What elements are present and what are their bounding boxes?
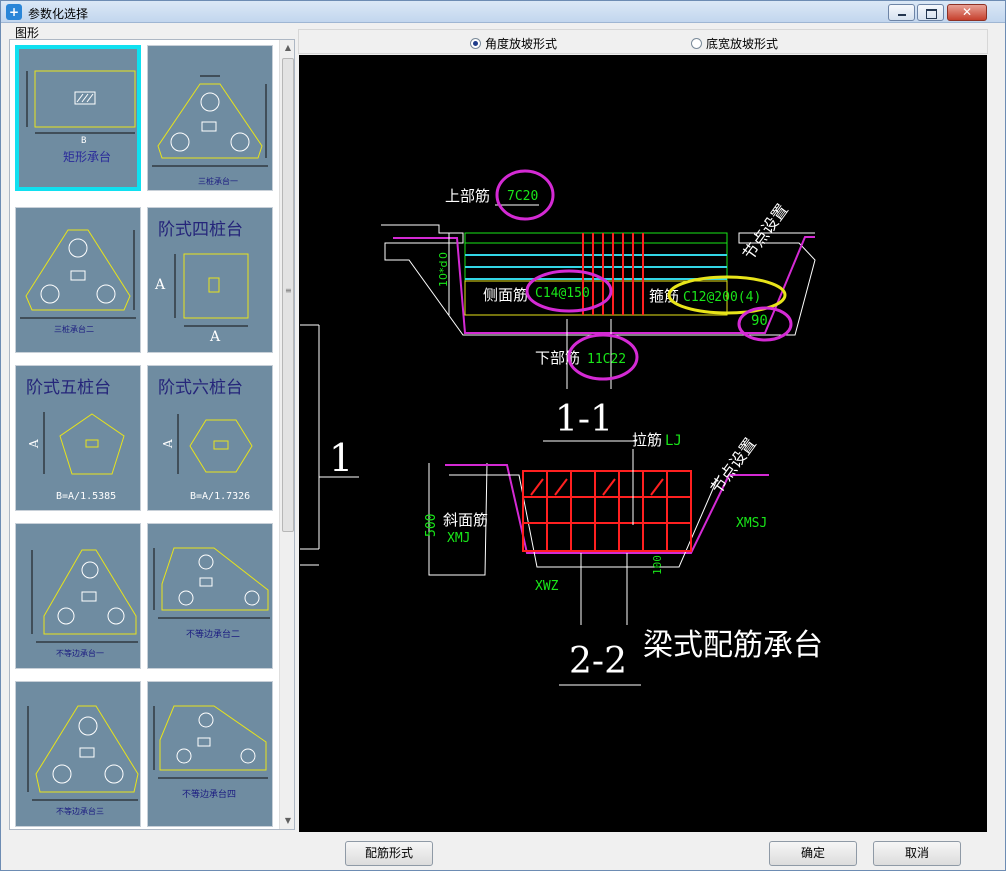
thumb-unequal-4[interactable]: 不等边承台四: [147, 681, 273, 827]
scroll-down-icon[interactable]: ▼: [280, 813, 294, 829]
bottom-bar-value: 11C22: [587, 352, 626, 367]
dim-a-bottom: A: [209, 329, 221, 345]
unequal-4-diagram: 不等边承台四: [153, 705, 268, 800]
thumb-label: 阶式五桩台: [26, 378, 111, 398]
thumb-label: 不等边承台一: [56, 648, 104, 658]
thumb-three-pile-2[interactable]: 三桩承台二: [15, 207, 141, 353]
three-pile-2-diagram: 三桩承台二: [20, 229, 136, 334]
thumb-label: 三桩承台二: [54, 324, 94, 334]
thumb-label: 不等边承台三: [56, 806, 104, 816]
thumb-label: 三桩承台一: [198, 176, 238, 186]
side-bar-label: 侧面筋: [483, 286, 528, 304]
grip-icon: ≡: [285, 286, 292, 295]
rect-cap-diagram: B 矩形承台: [26, 70, 136, 164]
dim-a-left: A: [154, 277, 166, 293]
thumb-unequal-3[interactable]: 不等边承台三: [15, 681, 141, 827]
window-edge: [989, 25, 1005, 835]
angle-value: 90: [751, 313, 768, 329]
unequal-1-diagram: 不等边承台一: [31, 549, 138, 658]
unequal-3-diagram: 不等边承台三: [27, 705, 139, 816]
thumb-label: 不等边承台二: [186, 628, 240, 640]
app-icon: +: [6, 4, 22, 20]
thumb-unequal-2[interactable]: 不等边承台二: [147, 523, 273, 669]
cancel-button[interactable]: 取消: [873, 841, 961, 866]
dim-100: 100: [651, 555, 664, 575]
node-setting-label-2: 节点设置: [707, 434, 760, 497]
radio-width-label: 底宽放坡形式: [706, 37, 779, 51]
drawing-canvas[interactable]: 1 0 10*d 上部筋 7C20 侧面筋 C14@150 箍筋 C12@200…: [299, 55, 987, 832]
xwz-label: XWZ: [535, 579, 559, 594]
title-bar[interactable]: + 参数化选择 ✕: [1, 1, 1005, 23]
maximize-button[interactable]: [917, 4, 944, 21]
thumb-unequal-1[interactable]: 不等边承台一: [15, 523, 141, 669]
node-setting-label-1: 节点设置: [739, 200, 792, 263]
unequal-2-diagram: 不等边承台二: [153, 547, 270, 640]
dim-a: A: [161, 439, 175, 449]
scroll-up-icon[interactable]: ▲: [280, 40, 294, 56]
dim-b: B=A/1.5385: [56, 491, 116, 502]
thumb-step-five-pile[interactable]: 阶式五桩台 A B=A/1.5385: [15, 365, 141, 511]
drawing-title: 梁式配筋承台: [643, 628, 823, 663]
dim-zero: 0: [437, 252, 450, 259]
rebar-form-button[interactable]: 配筋形式: [345, 841, 433, 866]
xmj-label: XMJ: [447, 531, 470, 546]
side-bar-value: C14@150: [535, 286, 590, 301]
dim-b: B=A/1.7326: [190, 491, 250, 502]
thumb-three-pile-1[interactable]: 三桩承台一: [147, 45, 273, 191]
shape-list-panel: B 矩形承台 三桩承台一 三桩承台二 阶式四桩台 A A 阶式五桩台 A B=A…: [9, 39, 295, 830]
tie-value: LJ: [665, 433, 682, 449]
thumb-step-four-pile[interactable]: 阶式四桩台 A A: [147, 207, 273, 353]
thumb-label: 矩形承台: [63, 149, 111, 164]
shape-list-scrollbar[interactable]: ▲ ≡ ▼: [279, 40, 294, 829]
scrollbar-thumb[interactable]: ≡: [282, 58, 294, 532]
ok-button[interactable]: 确定: [769, 841, 857, 866]
thumb-step-six-pile[interactable]: 阶式六桩台 A B=A/1.7326: [147, 365, 273, 511]
xmsj-label: XMSJ: [736, 516, 767, 531]
section-2-2-label: 2-2: [569, 641, 627, 682]
window-title: 参数化选择: [28, 7, 89, 21]
close-button[interactable]: ✕: [947, 4, 987, 21]
dim-500: 500: [424, 514, 439, 537]
radio-empty-icon: [691, 38, 702, 49]
top-bar-value: 7C20: [507, 189, 538, 204]
bottom-bar-label: 下部筋: [535, 349, 580, 367]
thumb-rect-cap[interactable]: B 矩形承台: [15, 45, 141, 191]
top-bar-label: 上部筋: [445, 187, 490, 205]
thumb-label: 阶式六桩台: [158, 378, 243, 398]
radio-selected-icon: [470, 38, 481, 49]
pile-cap-drawing: 1 0 10*d 上部筋 7C20 侧面筋 C14@150 箍筋 C12@200…: [300, 169, 823, 686]
step-four-pile-diagram: 阶式四桩台 A A: [154, 220, 249, 345]
step-six-pile-diagram: 阶式六桩台 A B=A/1.7326: [158, 378, 253, 502]
radio-width-slope[interactable]: 底宽放坡形式: [691, 35, 778, 52]
step-five-pile-diagram: 阶式五桩台 A B=A/1.5385: [26, 378, 125, 502]
radio-angle-slope[interactable]: 角度放坡形式: [470, 35, 557, 52]
shape-thumbnails: B 矩形承台 三桩承台一 三桩承台二 阶式四桩台 A A 阶式五桩台 A B=A…: [10, 40, 278, 829]
stirrup-value: C12@200(4): [683, 290, 761, 305]
section-1-1-label: 1-1: [555, 399, 613, 440]
plan-section-label: 1: [329, 436, 353, 480]
minimize-button[interactable]: [888, 4, 915, 21]
radio-angle-label: 角度放坡形式: [485, 37, 558, 51]
thumb-label: 阶式四桩台: [158, 220, 243, 240]
window: + 参数化选择 ✕ 图形 B 矩形承台 三桩承台一 三桩承台二 阶式四桩台 A …: [0, 0, 1006, 871]
dim-a: A: [27, 439, 41, 449]
thumb-label: 不等边承台四: [182, 788, 236, 800]
rect-dim-b: B: [81, 136, 86, 146]
three-pile-1-diagram: 三桩承台一: [152, 75, 268, 186]
close-icon: ✕: [961, 5, 973, 19]
dim-10d: 10*d: [437, 261, 450, 287]
tie-label: 拉筋: [632, 431, 662, 449]
slope-bar-label: 斜面筋: [443, 511, 488, 529]
slope-mode-bar: 角度放坡形式 底宽放坡形式: [298, 29, 988, 54]
